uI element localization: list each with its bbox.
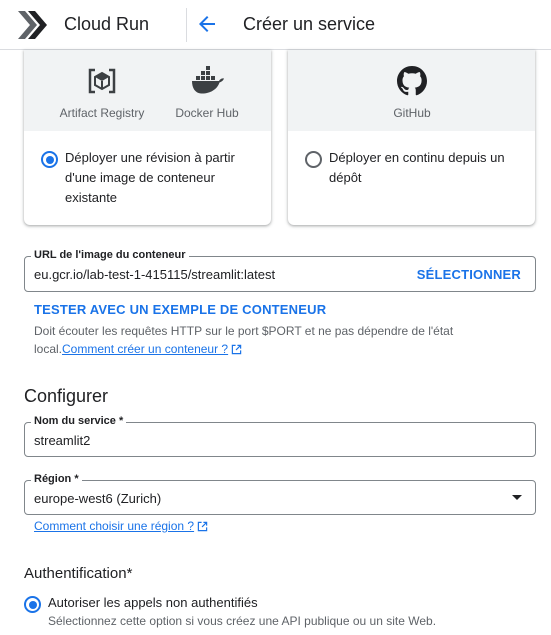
product-name: Cloud Run [64,14,150,34]
service-name-input[interactable]: streamlit2 [34,433,90,448]
source-label: Artifact Registry [59,106,145,120]
image-url-label: URL de l'image du conteneur [31,249,189,261]
github-icon [397,66,427,96]
artifact-registry-icon [88,68,116,94]
header-divider [186,8,187,42]
page-title: Créer un service [243,14,376,34]
cloud-run-logo-icon [18,11,47,39]
card-sources-panel: Artifact Registry Docker Hub [24,50,271,131]
source-label: Docker Hub [175,106,239,120]
top-bar: Cloud Run Créer un service [0,0,551,50]
back-arrow-icon[interactable] [195,12,219,36]
region-help: Comment choisir une région ? [34,519,208,533]
service-name-label: Nom du service * [31,415,127,427]
deploy-continuous-card[interactable]: GitHub Déployer en continu depuis un dép… [288,50,535,225]
region-value: europe-west6 (Zurich) [34,491,162,506]
configure-heading: Configurer [24,386,109,406]
source-github: GitHub [372,66,452,120]
source-label: GitHub [393,106,431,120]
service-name-field[interactable]: Nom du service * streamlit2 [24,415,536,457]
how-to-choose-region-link[interactable]: Comment choisir une région ? [34,519,194,533]
card-sources-panel: GitHub [288,50,535,131]
external-link-icon [197,521,208,532]
source-docker-hub: Docker Hub [168,66,246,120]
deploy-existing-label: Déployer une révision à partir d'une ima… [65,150,235,205]
image-url-input[interactable]: eu.gcr.io/lab-test-1-415115/streamlit:la… [34,267,275,282]
how-to-create-container-link[interactable]: Comment créer un conteneur ? [62,342,228,356]
test-sample-container-link[interactable]: TESTER AVEC UN EXEMPLE DE CONTENEUR [34,302,326,317]
region-select[interactable]: Région * europe-west6 (Zurich) [24,473,536,515]
deploy-existing-radio[interactable] [41,151,58,168]
dropdown-arrow-icon [512,495,522,500]
container-help-text: Doit écouter les requêtes HTTP sur le po… [34,324,454,356]
image-url-field[interactable]: URL de l'image du conteneur eu.gcr.io/la… [24,249,536,292]
docker-icon [192,66,224,94]
deploy-existing-image-card[interactable]: Artifact Registry Docker Hub Déployer un… [24,50,271,225]
authentication-heading: Authentification* [24,565,133,582]
allow-unauthenticated-label: Autoriser les appels non authentifiés [48,595,258,610]
external-link-icon [231,344,242,355]
allow-unauthenticated-radio[interactable] [24,596,41,613]
source-artifact-registry: Artifact Registry [57,66,147,120]
deploy-continuous-label: Déployer en continu depuis un dépôt [329,150,505,185]
allow-unauthenticated-description: Sélectionnez cette option si vous créez … [48,614,437,628]
deploy-continuous-radio[interactable] [305,151,322,168]
region-label: Région * [31,473,82,485]
select-image-button[interactable]: SÉLECTIONNER [417,267,521,282]
